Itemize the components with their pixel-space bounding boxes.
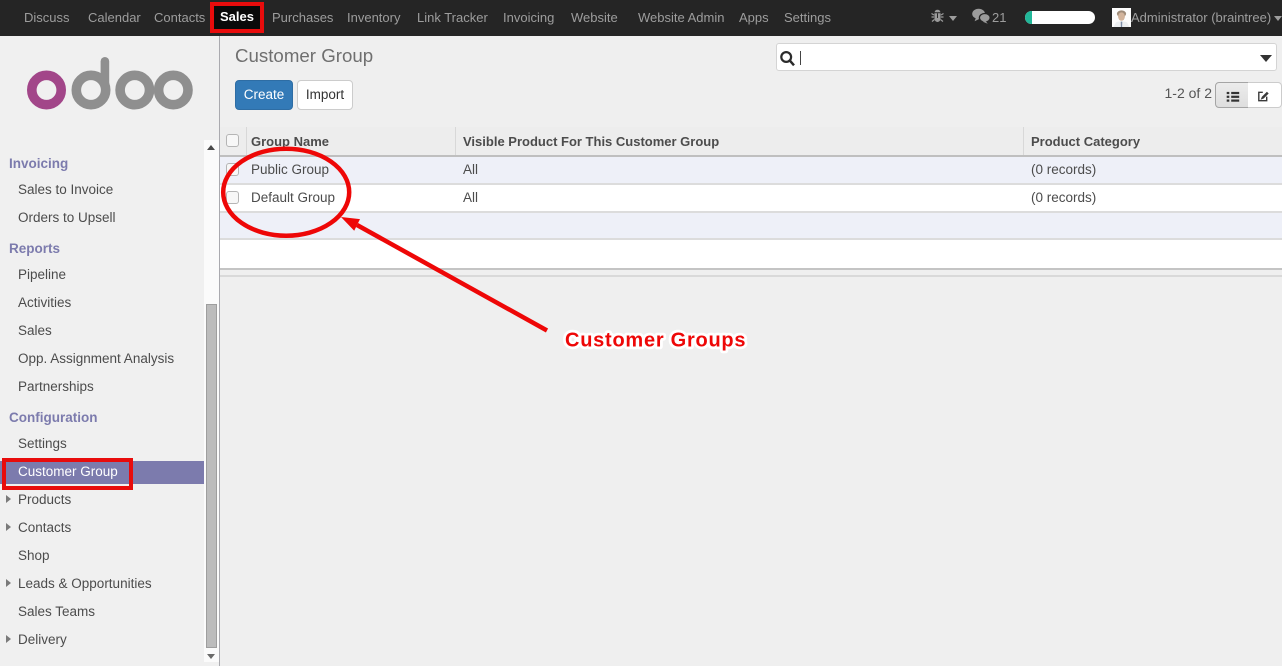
- svg-text:Customer Groups: Customer Groups: [565, 330, 746, 352]
